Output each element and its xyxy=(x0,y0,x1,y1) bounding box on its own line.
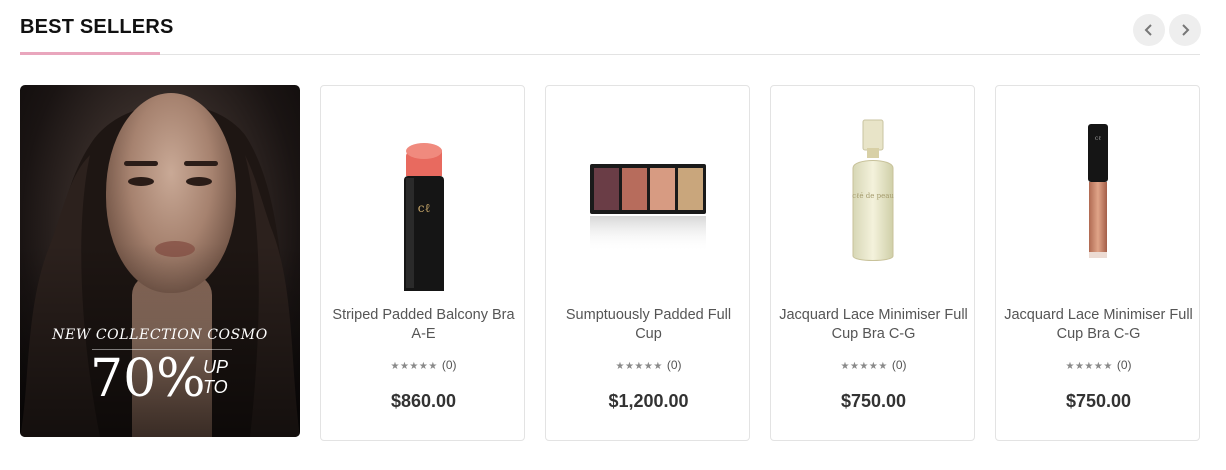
svg-text:cℓ: cℓ xyxy=(1095,135,1101,142)
product-name[interactable]: Jacquard Lace Minimiser Full Cup Bra C-G xyxy=(1004,306,1193,344)
title-underline xyxy=(20,52,160,55)
chevron-left-icon xyxy=(1144,24,1152,36)
product-card[interactable]: cℓé de peau Jacquard Lace Minimiser Full… xyxy=(770,85,975,441)
section-header: BEST SELLERS xyxy=(20,0,1201,55)
product-name[interactable]: Striped Padded Balcony Bra A-E xyxy=(329,306,518,344)
banner-caption: NEW COLLECTION COSMO xyxy=(52,327,268,343)
product-card[interactable]: Sumptuously Padded Full Cup ★★★★★ (0) $1,… xyxy=(545,85,750,441)
banner-discount: 70% xyxy=(90,349,206,409)
product-rating: ★★★★★ (0) xyxy=(771,358,976,372)
product-card[interactable]: cℓ Jacquard Lace Minimiser Full Cup Bra … xyxy=(995,85,1200,441)
carousel-prev-button[interactable] xyxy=(1133,14,1165,46)
product-price: $1,200.00 xyxy=(608,391,689,411)
carousel-next-button[interactable] xyxy=(1169,14,1201,46)
banner-up-to: UP TO xyxy=(203,357,228,397)
svg-text:cℓé de peau: cℓé de peau xyxy=(852,192,894,200)
star-rating-icon: ★★★★★ xyxy=(615,361,663,372)
promo-banner[interactable]: NEW COLLECTION COSMO 70% UP TO xyxy=(20,85,300,437)
star-rating-icon: ★★★★★ xyxy=(1065,361,1113,372)
product-price: $860.00 xyxy=(390,391,457,411)
review-count: (0) xyxy=(1116,358,1132,372)
review-count: (0) xyxy=(666,358,682,372)
review-count: (0) xyxy=(441,358,457,372)
product-rating: ★★★★★ (0) xyxy=(321,358,526,372)
product-name[interactable]: Sumptuously Padded Full Cup xyxy=(554,306,743,344)
section-title: BEST SELLERS xyxy=(20,16,174,38)
chevron-right-icon xyxy=(1182,24,1190,36)
product-price: $750.00 xyxy=(840,391,907,411)
banner-to: TO xyxy=(203,377,228,397)
product-rating: ★★★★★ (0) xyxy=(996,358,1201,372)
star-rating-icon: ★★★★★ xyxy=(390,361,438,372)
banner-up: UP xyxy=(203,357,229,377)
product-card[interactable]: cℓ Striped Padded Balcony Bra A-E ★★★★★(… xyxy=(320,85,525,441)
product-image-bottle[interactable]: cℓé de peau xyxy=(781,96,964,291)
product-name[interactable]: Jacquard Lace Minimiser Full Cup Bra C-G xyxy=(779,306,968,344)
product-image-lipgloss[interactable]: cℓ xyxy=(1006,96,1189,291)
product-image-lipstick[interactable]: cℓ xyxy=(331,96,514,291)
product-image-palette[interactable] xyxy=(556,96,739,291)
product-price: $750.00 xyxy=(1065,391,1132,411)
svg-text:cℓ: cℓ xyxy=(418,201,431,215)
star-rating-icon: ★★★★★ xyxy=(840,361,888,372)
product-rating: ★★★★★ (0) xyxy=(546,358,751,372)
review-count: (0) xyxy=(891,358,907,372)
